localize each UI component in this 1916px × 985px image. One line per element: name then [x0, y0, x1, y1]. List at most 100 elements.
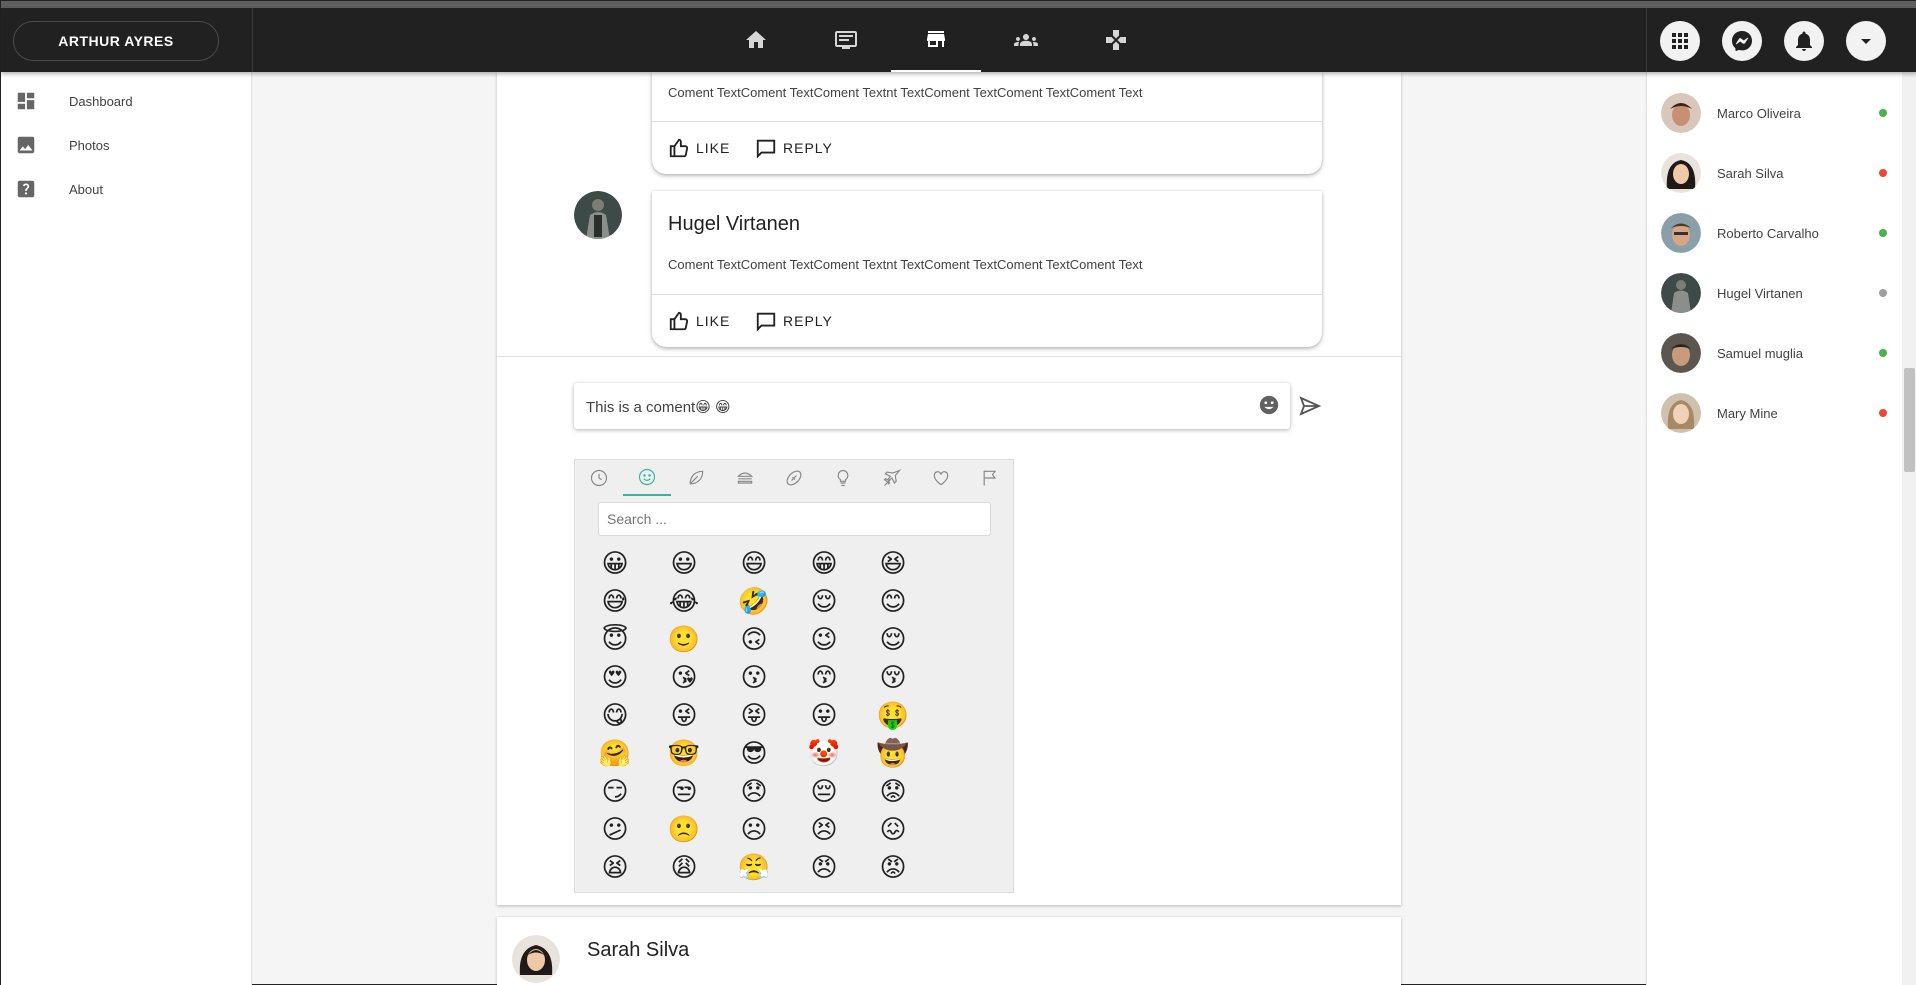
contact-item[interactable]: Samuel muglia	[1647, 324, 1903, 374]
nav-tab-monitor[interactable]	[801, 8, 891, 72]
emoji-cell[interactable]: 😕	[598, 813, 632, 847]
emoji-cell[interactable]: 😂	[667, 585, 701, 619]
emoji-cell[interactable]: 😛	[807, 699, 841, 733]
emoji-category-flags[interactable]	[966, 460, 1014, 496]
emoji-cell[interactable]: 😎	[737, 737, 771, 771]
emoji-cell[interactable]: 😌	[876, 623, 910, 657]
emoji-toggle-icon[interactable]	[1258, 394, 1280, 416]
like-button[interactable]: LIKE	[668, 135, 730, 161]
emoji-category-symbols[interactable]	[917, 460, 965, 496]
scrollbar-thumb[interactable]	[1904, 368, 1915, 472]
emoji-cell[interactable]: 😊	[876, 585, 910, 619]
emoji-search-input[interactable]	[598, 502, 991, 536]
comment-actions: LIKE REPLY	[652, 121, 1322, 173]
comment-input[interactable]: This is a coment😁 😁	[574, 383, 1290, 429]
contact-item[interactable]: Mary Mine	[1647, 384, 1903, 434]
away-status-dot	[1879, 289, 1887, 297]
emoji-cell[interactable]: 😟	[876, 775, 910, 809]
emoji-cell[interactable]: 😔	[807, 775, 841, 809]
smiley-icon	[638, 468, 656, 486]
send-button[interactable]	[1298, 394, 1324, 418]
store-icon	[927, 31, 945, 47]
messenger-button[interactable]	[1722, 21, 1762, 61]
emoji-category-objects[interactable]	[819, 460, 867, 496]
browser-top-strip	[1, 1, 1916, 8]
post-author-name[interactable]: Sarah Silva	[587, 939, 689, 962]
emoji-category-nature[interactable]	[672, 460, 720, 496]
emoji-cell[interactable]: 😏	[598, 775, 632, 809]
comment-text: Coment TextComent TextComent Textnt Text…	[668, 85, 1143, 100]
emoji-cell[interactable]: 😘	[667, 661, 701, 695]
emoji-cell[interactable]: 😌	[807, 585, 841, 619]
emoji-category-activity[interactable]	[770, 460, 818, 496]
comment-input-value: This is a coment😁 😁	[586, 399, 731, 416]
emoji-cell[interactable]: 🤡	[807, 737, 841, 771]
heart-icon	[933, 471, 949, 486]
contact-item[interactable]: Roberto Carvalho	[1647, 204, 1903, 254]
emoji-cell[interactable]: 😤	[737, 851, 771, 885]
emoji-cell[interactable]: 😩	[667, 851, 701, 885]
leaf-icon	[689, 470, 704, 485]
sidebar-item-photos[interactable]: Photos	[1, 123, 251, 167]
emoji-cell[interactable]: 😀	[598, 547, 632, 581]
reply-button[interactable]: REPLY	[755, 135, 833, 161]
emoji-cell[interactable]: 😣	[807, 813, 841, 847]
emoji-cell[interactable]: 😗	[737, 661, 771, 695]
nav-tab-store[interactable]	[891, 8, 981, 72]
contact-item[interactable]: Marco Oliveira	[1647, 84, 1903, 134]
emoji-cell[interactable]: 😞	[737, 775, 771, 809]
emoji-cell[interactable]: 😉	[807, 623, 841, 657]
emoji-cell[interactable]: 🤗	[598, 737, 632, 771]
emoji-cell[interactable]: 🙃	[737, 623, 771, 657]
emoji-cell[interactable]: 🤠	[876, 737, 910, 771]
notifications-button[interactable]	[1784, 21, 1824, 61]
emoji-category-smileys[interactable]	[623, 460, 671, 496]
emoji-cell[interactable]: ☹	[737, 813, 771, 847]
emoji-cell[interactable]: 🤓	[667, 737, 701, 771]
emoji-cell[interactable]: 😖	[876, 813, 910, 847]
emoji-cell[interactable]: 😙	[807, 661, 841, 695]
emoji-cell[interactable]: 😜	[667, 699, 701, 733]
emoji-cell[interactable]: 😃	[667, 547, 701, 581]
emoji-cell[interactable]: 😆	[876, 547, 910, 581]
avatar	[1661, 213, 1701, 253]
emoji-cell[interactable]: 😄	[737, 547, 771, 581]
contact-item[interactable]: Hugel Virtanen	[1647, 264, 1903, 314]
comment-icon	[756, 312, 776, 332]
page-scrollbar[interactable]	[1902, 72, 1916, 985]
emoji-cell[interactable]: 😋	[598, 699, 632, 733]
emoji-cell[interactable]: 😠	[807, 851, 841, 885]
user-profile-button[interactable]: ARTHUR AYRES	[13, 21, 219, 61]
emoji-cell[interactable]: 🙂	[667, 623, 701, 657]
emoji-category-food[interactable]	[721, 460, 769, 496]
emoji-cell[interactable]: 🤣	[737, 585, 771, 619]
commenter-avatar[interactable]	[574, 191, 622, 239]
emoji-cell[interactable]: 😫	[598, 851, 632, 885]
reply-button[interactable]: REPLY	[755, 308, 833, 334]
apps-button[interactable]	[1660, 21, 1700, 61]
nav-tab-home[interactable]	[711, 8, 801, 72]
emoji-category-recent[interactable]	[575, 460, 623, 496]
nav-tab-games[interactable]	[1071, 8, 1161, 72]
emoji-cell[interactable]: 😇	[598, 623, 632, 657]
emoji-cell[interactable]: 😡	[876, 851, 910, 885]
emoji-cell[interactable]: 😁	[807, 547, 841, 581]
emoji-cell[interactable]: 😒	[667, 775, 701, 809]
post-author-avatar[interactable]	[512, 935, 560, 983]
like-button[interactable]: LIKE	[668, 308, 730, 334]
emoji-cell[interactable]: 😅	[598, 585, 632, 619]
sidebar-item-about[interactable]: About	[1, 167, 251, 211]
nav-tab-people[interactable]	[981, 8, 1071, 72]
emoji-cell[interactable]: 😍	[598, 661, 632, 695]
emoji-cell[interactable]: 🙁	[667, 813, 701, 847]
emoji-category-travel[interactable]	[868, 460, 916, 496]
emoji-cell[interactable]: 😝	[737, 699, 771, 733]
emoji-cell[interactable]: 🤑	[876, 699, 910, 733]
comment-author[interactable]: Hugel Virtanen	[668, 213, 800, 236]
account-menu-button[interactable]	[1846, 21, 1886, 61]
sidebar-item-dashboard[interactable]: Dashboard	[1, 79, 251, 123]
reply-label: REPLY	[783, 140, 833, 156]
contact-item[interactable]: Sarah Silva	[1647, 144, 1903, 194]
reply-label: REPLY	[783, 313, 833, 329]
emoji-cell[interactable]: 😚	[876, 661, 910, 695]
